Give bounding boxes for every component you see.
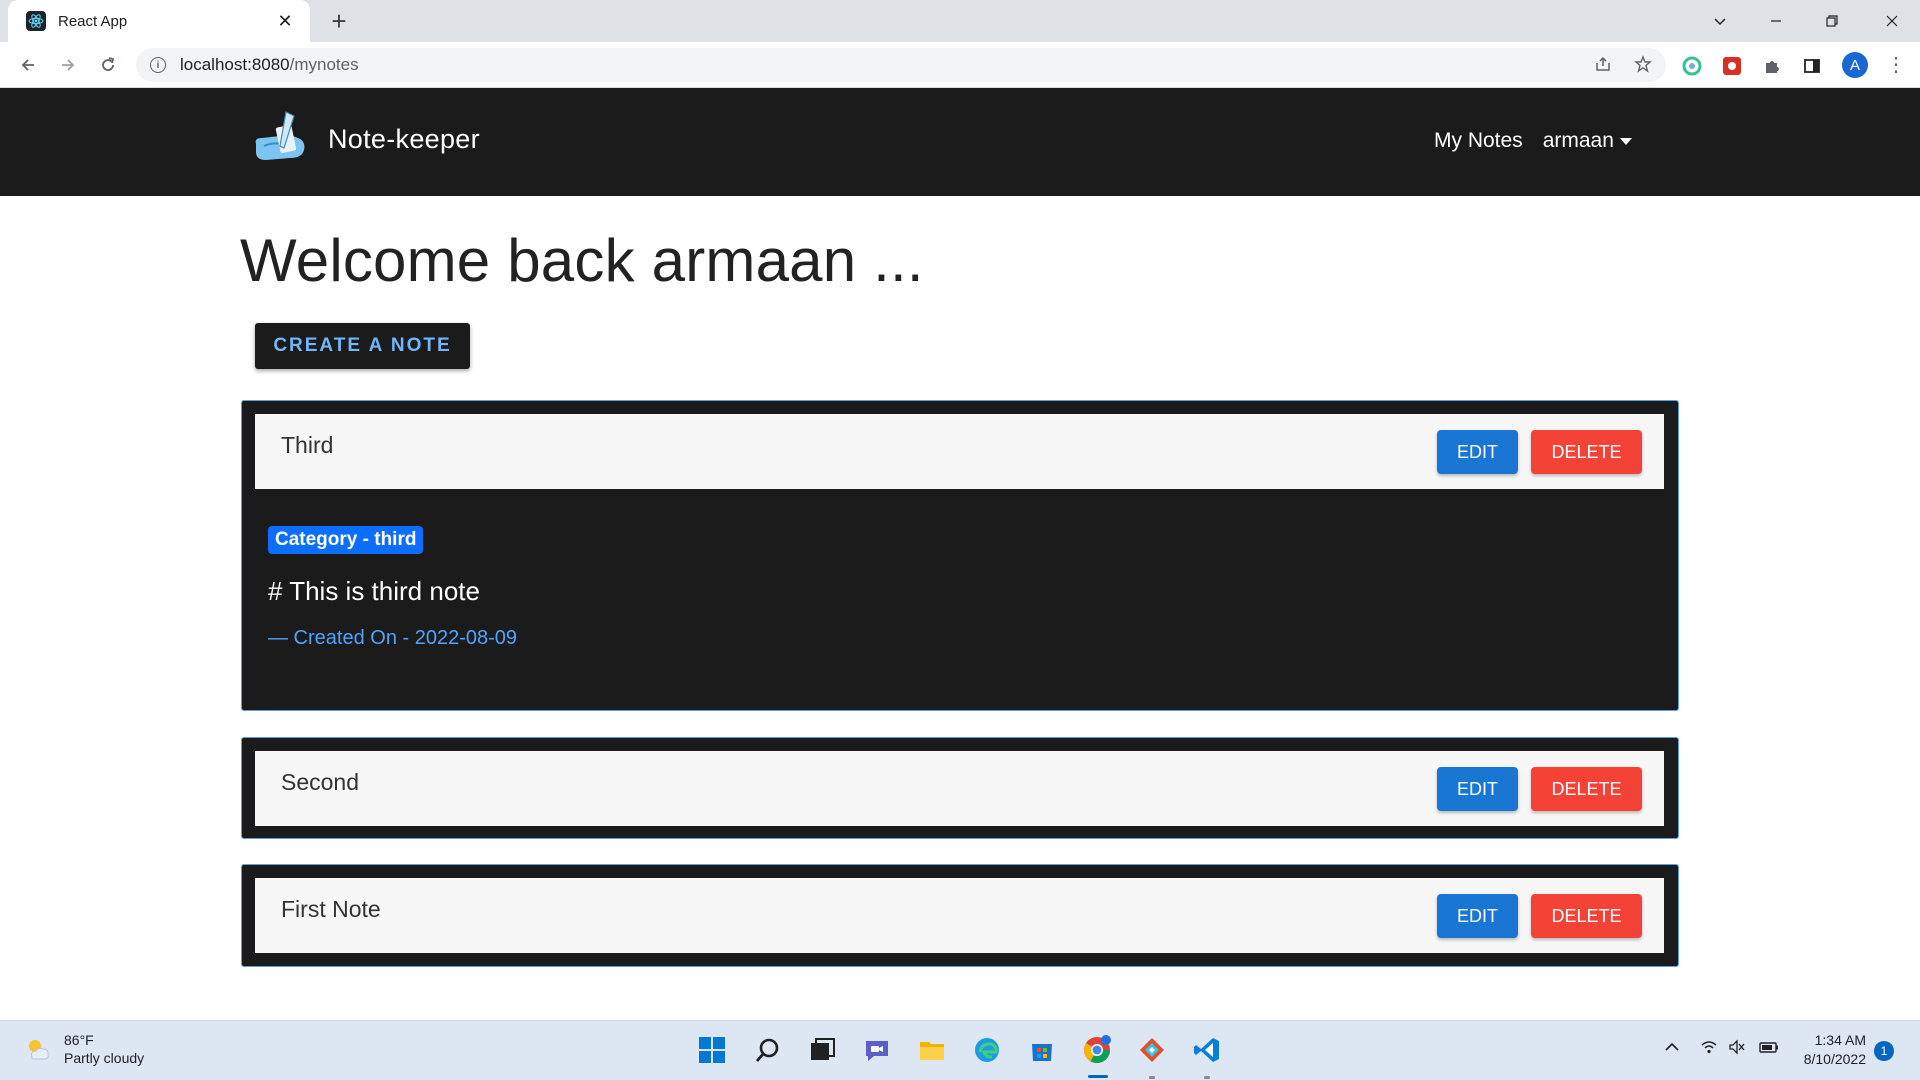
note-title: Third bbox=[281, 432, 334, 458]
url-path: /mynotes bbox=[289, 55, 359, 74]
brand-name: Note-keeper bbox=[328, 123, 480, 154]
running-app-indicator bbox=[1149, 1076, 1155, 1079]
create-note-button[interactable]: CREATE A NOTE bbox=[255, 323, 470, 369]
extension-grammar-icon[interactable] bbox=[1681, 55, 1703, 77]
partly-cloudy-icon bbox=[29, 1040, 49, 1060]
reload-icon[interactable] bbox=[92, 50, 124, 80]
start-icon[interactable] bbox=[695, 1033, 729, 1067]
back-icon[interactable] bbox=[12, 50, 44, 80]
vscode-icon[interactable] bbox=[1190, 1033, 1224, 1067]
note-created-date: — Created On - 2022-08-09 bbox=[268, 627, 518, 649]
wifi-icon[interactable] bbox=[1700, 1039, 1718, 1060]
file-explorer-icon[interactable] bbox=[915, 1033, 949, 1067]
chrome-icon[interactable] bbox=[1080, 1033, 1114, 1067]
windows-taskbar: 86°F Partly cloudy 1:34 AM 8/10/2022 1 bbox=[0, 1020, 1920, 1080]
close-window-icon[interactable] bbox=[1864, 0, 1920, 42]
forward-icon[interactable] bbox=[52, 50, 84, 80]
note-keeper-logo-icon bbox=[255, 111, 305, 160]
edit-note-button[interactable]: EDIT bbox=[1437, 430, 1518, 474]
dev-tool-icon[interactable] bbox=[1135, 1033, 1169, 1067]
edit-note-button[interactable]: EDIT bbox=[1437, 767, 1518, 811]
edge-browser-icon[interactable] bbox=[970, 1033, 1004, 1067]
user-dropdown[interactable]: armaan bbox=[1543, 129, 1632, 153]
weather-description: Partly cloudy bbox=[64, 1050, 145, 1066]
minimize-icon[interactable] bbox=[1748, 0, 1804, 42]
delete-note-button[interactable]: DELETE bbox=[1531, 430, 1642, 474]
category-badge: Category - third bbox=[268, 526, 424, 554]
side-panel-icon[interactable] bbox=[1801, 55, 1823, 77]
note-card[interactable]: Third EDIT DELETE Category - third # Thi… bbox=[241, 400, 1679, 711]
note-card-header[interactable]: Third EDIT DELETE bbox=[255, 414, 1664, 489]
note-content: # This is third note bbox=[268, 576, 480, 606]
weather-temp: 86°F bbox=[64, 1032, 94, 1048]
note-card[interactable]: First Note EDIT DELETE bbox=[241, 864, 1679, 967]
delete-note-button[interactable]: DELETE bbox=[1531, 767, 1642, 811]
nav-link-my-notes[interactable]: My Notes bbox=[1434, 129, 1523, 153]
note-title: First Note bbox=[281, 896, 381, 922]
address-bar[interactable]: i localhost:8080/mynotes bbox=[136, 48, 1666, 82]
app-navbar: Note-keeper My Notes armaan bbox=[0, 88, 1920, 196]
battery-icon[interactable] bbox=[1758, 1039, 1780, 1060]
search-icon[interactable] bbox=[751, 1033, 785, 1067]
browser-tab-bar: React App ✕ + bbox=[0, 0, 1920, 42]
active-app-indicator bbox=[1088, 1075, 1108, 1078]
volume-muted-icon[interactable] bbox=[1728, 1039, 1746, 1060]
extension-red-icon[interactable] bbox=[1721, 55, 1743, 77]
restore-icon[interactable] bbox=[1804, 0, 1860, 42]
note-card-body: Category - third # This is third note — … bbox=[268, 526, 517, 650]
tab-search-icon[interactable] bbox=[1692, 0, 1748, 42]
new-tab-button[interactable]: + bbox=[324, 6, 354, 36]
bookmark-star-icon[interactable] bbox=[1634, 55, 1652, 78]
weather-text: 86°F Partly cloudy bbox=[64, 1031, 144, 1067]
welcome-heading: Welcome back armaan ... bbox=[240, 227, 924, 294]
note-card[interactable]: Second EDIT DELETE bbox=[241, 737, 1679, 839]
task-view-icon[interactable] bbox=[805, 1033, 839, 1067]
weather-widget[interactable]: 86°F Partly cloudy bbox=[24, 1031, 144, 1067]
teams-chat-icon[interactable] bbox=[860, 1033, 894, 1067]
nav-links: My Notes armaan bbox=[1434, 129, 1632, 153]
tab-close-icon[interactable]: ✕ bbox=[274, 11, 296, 32]
browser-toolbar: i localhost:8080/mynotes bbox=[0, 42, 1920, 88]
user-name: armaan bbox=[1542, 129, 1614, 152]
notification-badge[interactable]: 1 bbox=[1874, 1041, 1894, 1061]
react-favicon-icon bbox=[26, 11, 46, 31]
site-info-icon[interactable]: i bbox=[150, 57, 166, 73]
microsoft-store-icon[interactable] bbox=[1025, 1033, 1059, 1067]
delete-note-button[interactable]: DELETE bbox=[1531, 894, 1642, 938]
browser-menu-icon[interactable]: ⋮ bbox=[1886, 52, 1906, 77]
clock-time: 1:34 AM bbox=[1814, 1032, 1866, 1048]
share-icon[interactable] bbox=[1594, 55, 1612, 78]
browser-tab[interactable]: React App ✕ bbox=[8, 0, 310, 42]
show-hidden-icons-icon[interactable] bbox=[1664, 1039, 1680, 1060]
tab-title: React App bbox=[58, 12, 128, 30]
note-title: Second bbox=[281, 769, 360, 795]
url-host: localhost:8080 bbox=[180, 55, 290, 74]
edit-note-button[interactable]: EDIT bbox=[1437, 894, 1518, 938]
note-card-header[interactable]: First Note EDIT DELETE bbox=[255, 878, 1664, 953]
note-card-header[interactable]: Second EDIT DELETE bbox=[255, 751, 1664, 826]
brand[interactable]: Note-keeper bbox=[250, 108, 480, 170]
profile-avatar[interactable]: A bbox=[1842, 52, 1868, 78]
extensions-puzzle-icon[interactable] bbox=[1761, 55, 1783, 77]
running-app-indicator bbox=[1204, 1076, 1210, 1079]
system-clock[interactable]: 1:34 AM 8/10/2022 bbox=[1796, 1031, 1866, 1069]
url-text: localhost:8080/mynotes bbox=[180, 55, 359, 75]
caret-down-icon bbox=[1619, 137, 1632, 145]
clock-date: 8/10/2022 bbox=[1803, 1051, 1866, 1067]
